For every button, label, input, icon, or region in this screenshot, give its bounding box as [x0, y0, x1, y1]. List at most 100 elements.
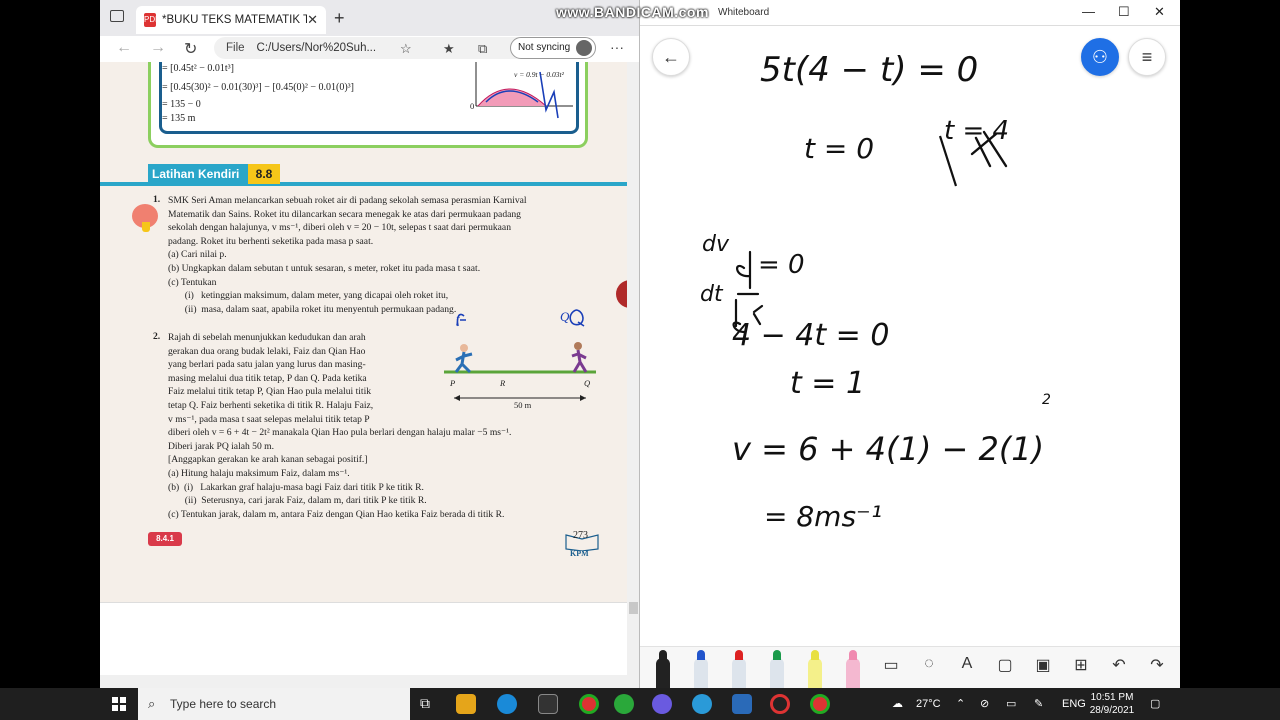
vertical-scrollbar[interactable] [627, 62, 639, 688]
whiteboard-canvas[interactable] [640, 26, 1180, 646]
tab-pdf[interactable]: PDF *BUKU TEKS MATEMATIK TAMBA ✕ [136, 6, 326, 34]
q1-line: (c) Tentukan [168, 276, 217, 288]
insert-icon[interactable]: ⊞ [1068, 655, 1094, 675]
taskbar-search-input[interactable]: ⌕ Type here to search [138, 688, 410, 720]
lasso-icon[interactable]: ◌ [916, 655, 942, 673]
pen-blue-icon[interactable] [694, 650, 708, 688]
section-title: Latihan Kendiri [148, 164, 248, 184]
example-line-1: = [0.45t² − 0.01t³] [162, 63, 234, 74]
eraser-icon[interactable] [846, 650, 860, 688]
tab-actions-icon[interactable] [110, 10, 124, 22]
clock-date: 28/9/2021 [1089, 705, 1135, 716]
pen-green-icon[interactable] [770, 650, 784, 688]
windows-start-icon[interactable] [112, 697, 126, 711]
refresh-icon[interactable]: ↻ [184, 39, 197, 59]
highlighter-icon[interactable] [808, 650, 822, 688]
hand-q: Q [560, 309, 570, 324]
whiteboard-title: Whiteboard [718, 7, 770, 18]
weather-icon[interactable]: ☁ [892, 688, 903, 720]
edge-window: PDF *BUKU TEKS MATEMATIK TAMBA ✕ + ← → ↻… [100, 0, 640, 688]
text-icon[interactable]: A [954, 655, 980, 673]
network-icon[interactable]: ⊘ [980, 688, 989, 720]
example-line-4: = 135 m [162, 113, 196, 124]
forward-icon[interactable]: → [150, 39, 166, 57]
runners-diagram [444, 309, 596, 401]
file-explorer-icon[interactable] [456, 694, 476, 714]
back-icon[interactable]: ← [116, 39, 132, 57]
pen-toolbar: ▭ ◌ A ▢ ▣ ⊞ ↶ ↷ [640, 646, 1180, 688]
sync-label: Not syncing [518, 42, 571, 53]
whiteboard-app-icon[interactable] [732, 694, 752, 714]
hw-line-8: v = 6 + 4(1) − 2(1) [732, 430, 1045, 468]
graph-equation: v = 0.9t − 0.03t² [514, 70, 564, 79]
edge-icon[interactable] [497, 694, 517, 714]
graph-origin: 0 [470, 101, 475, 111]
notification-icon[interactable]: ▢ [1150, 688, 1160, 720]
record-icon[interactable] [770, 694, 790, 714]
q2-line: v ms⁻¹, pada masa t saat selepas melalui… [168, 413, 370, 425]
maximize-icon[interactable]: ☐ [1118, 4, 1130, 20]
tray-chevron-icon[interactable]: ⌃ [956, 688, 965, 720]
q1-line: (i) ketinggian maksimum, dalam meter, ya… [168, 290, 449, 302]
side-tab [616, 280, 627, 308]
undo-icon[interactable]: ↶ [1106, 655, 1132, 675]
q1-number: 1. [153, 194, 161, 205]
close-icon[interactable]: ✕ [1154, 4, 1165, 20]
hw-exponent: 2 [1042, 392, 1051, 408]
q1-line: padang. Roket itu berhenti seketika pada… [168, 235, 374, 247]
chrome-green-icon[interactable] [614, 694, 634, 714]
sync-button[interactable]: Not syncing [510, 37, 596, 59]
battery-icon[interactable]: ▭ [1006, 688, 1016, 720]
point-r: R [500, 378, 506, 388]
example-line-3: = 135 − 0 [162, 99, 201, 110]
image-icon[interactable]: ▣ [1030, 655, 1056, 675]
profile-avatar [576, 40, 592, 56]
q2-line: (c) Tentukan jarak, dalam m, antara Faiz… [168, 508, 505, 520]
language-indicator[interactable]: ENG [1062, 688, 1086, 720]
pen-tray-icon[interactable]: ✎ [1034, 688, 1043, 720]
q2-line: (ii) Seterusnya, cari jarak Faiz, dalam … [168, 495, 427, 507]
address-bar-row: ← → ↻ File C:/Users/Nor%20Suh... ☆ ★ ⧉ No… [100, 36, 639, 62]
hw-line-6: 4 − 4t = 0 [732, 318, 890, 353]
q2-line: diberi oleh v = 6 + 4t − 2t² manakala Qi… [168, 427, 512, 439]
redo-icon[interactable]: ↷ [1144, 655, 1170, 675]
section-number: 8.8 [248, 164, 280, 184]
horizontal-scrollbar[interactable] [100, 675, 627, 688]
hw-line-10: = 8ms⁻¹ [764, 500, 883, 533]
task-view-icon[interactable]: ⧉ [420, 695, 430, 712]
q1-line: (b) Ungkapkan dalam sebutan t untuk sesa… [168, 262, 481, 274]
hw-line-3: t = 4 [944, 116, 1010, 146]
store-icon[interactable] [538, 694, 558, 714]
q2-number: 2. [153, 331, 161, 342]
collections-icon[interactable]: ⧉ [478, 41, 487, 57]
new-tab-icon[interactable]: + [334, 8, 345, 29]
close-tab-icon[interactable]: ✕ [307, 12, 318, 28]
menu-icon[interactable]: ··· [610, 39, 624, 55]
telegram-icon[interactable] [692, 694, 712, 714]
point-p: P [450, 378, 456, 388]
qian-hao-figure [574, 342, 582, 350]
clock[interactable]: 10:51 PM 28/9/2021 [1086, 691, 1138, 717]
pdf-icon: PDF [144, 13, 160, 27]
note-icon[interactable]: ▢ [992, 655, 1018, 675]
pen-red-icon[interactable] [732, 650, 746, 688]
pen-black-icon[interactable] [656, 650, 670, 688]
messenger-icon[interactable] [652, 694, 672, 714]
favorites-icon[interactable]: ★ [443, 41, 455, 57]
weather-temp[interactable]: 27°C [916, 688, 941, 720]
scroll-thumb[interactable] [629, 602, 638, 614]
minimize-icon[interactable]: — [1082, 4, 1095, 19]
search-placeholder: Type here to search [170, 697, 277, 711]
taskbar: ⌕ Type here to search ⧉ ☁ 27°C ⌃ ⊘ ▭ ✎ E… [0, 688, 1280, 720]
hand-f: f [456, 311, 460, 326]
q2-line: (a) Hitung halaju maksimum Faiz, dalam m… [168, 467, 350, 479]
point-q: Q [584, 378, 591, 388]
hw-dv: dv [702, 232, 729, 257]
favorite-icon[interactable]: ☆ [400, 41, 412, 57]
q1-line: Matematik dan Sains. Roket itu dilancark… [168, 208, 521, 220]
clock-time: 10:51 PM [1090, 692, 1134, 703]
address-url: C:/Users/Nor%20Suh... [256, 42, 377, 54]
chrome-icon[interactable] [579, 694, 599, 714]
chrome-profile-icon[interactable] [810, 694, 830, 714]
ruler-icon[interactable]: ▭ [878, 655, 904, 675]
